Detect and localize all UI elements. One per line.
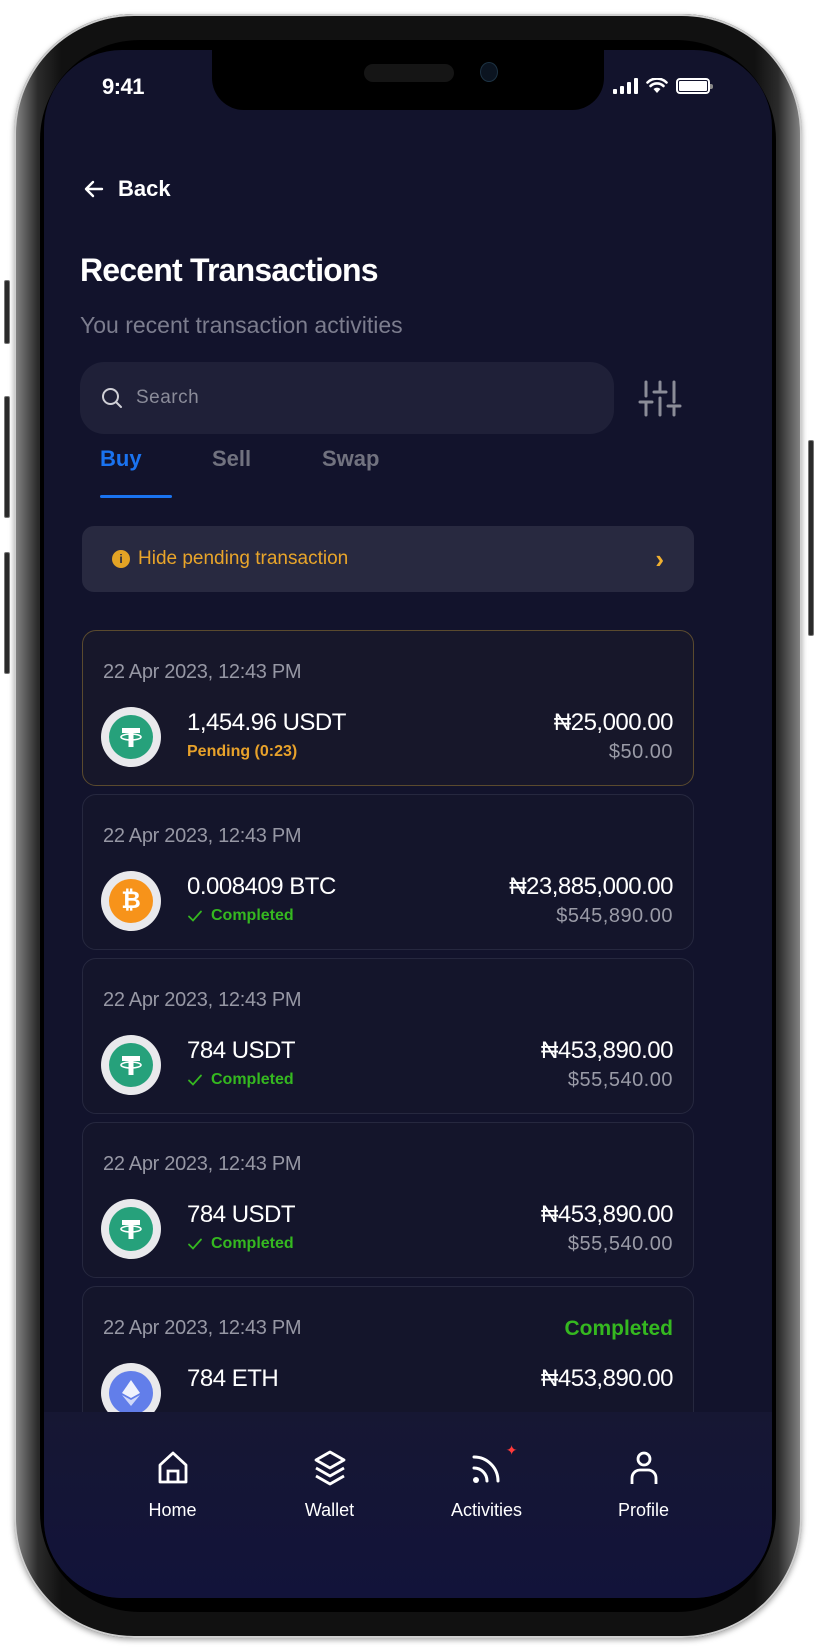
tab-buy[interactable]: Buy <box>80 446 192 498</box>
back-label: Back <box>118 176 171 201</box>
crypto-amount: 0.008409 BTC <box>187 873 336 900</box>
crypto-amount: 784 USDT <box>187 1201 296 1228</box>
bottom-navigation: Home Wallet ✦ Activities Profile <box>44 1412 772 1598</box>
page-subtitle: You recent transaction activities <box>80 312 403 338</box>
crypto-amount: 784 ETH <box>187 1365 279 1392</box>
usd-amount: $545,890.00 <box>556 905 673 927</box>
front-camera <box>480 62 498 82</box>
coin-avatar <box>101 707 161 767</box>
naira-amount: ₦23,885,000.00 <box>509 873 673 900</box>
chevron-right-icon: › <box>655 543 664 574</box>
nav-profile[interactable]: Profile <box>589 1448 699 1598</box>
naira-amount: ₦453,890.00 <box>541 1037 673 1064</box>
back-button[interactable]: Back <box>82 176 171 202</box>
arrow-left-icon <box>84 180 104 198</box>
nav-wallet[interactable]: Wallet <box>275 1448 385 1598</box>
transaction-date: 22 Apr 2023, 12:43 PM <box>103 825 302 847</box>
nav-profile-label: Profile <box>617 1500 670 1520</box>
check-icon <box>188 1074 202 1086</box>
transaction-status: Completed <box>187 907 294 925</box>
filter-sliders-icon[interactable] <box>638 378 682 418</box>
transaction-list: 22 Apr 2023, 12:43 PM 1,454.96 USDT Pend… <box>82 630 694 1450</box>
status-label: Completed <box>211 1235 294 1252</box>
transaction-date: 22 Apr 2023, 12:43 PM <box>103 1153 302 1175</box>
tab-swap[interactable]: Swap <box>302 446 399 490</box>
hide-pending-toggle[interactable]: i Hide pending transaction › <box>82 526 694 592</box>
transaction-date: 22 Apr 2023, 12:43 PM <box>103 989 302 1011</box>
transaction-card[interactable]: 22 Apr 2023, 12:43 PM 1,454.96 USDT Pend… <box>82 630 694 786</box>
battery-icon <box>676 78 713 94</box>
wifi-icon <box>646 78 668 93</box>
search-input[interactable] <box>136 387 536 409</box>
volume-up-button <box>4 396 10 518</box>
naira-amount: ₦453,890.00 <box>541 1201 673 1228</box>
hide-pending-label: Hide pending transaction <box>138 548 349 569</box>
info-icon: i <box>112 550 130 568</box>
search-bar[interactable] <box>80 362 614 434</box>
transaction-card[interactable]: 22 Apr 2023, 12:43 PM 784 USDT Completed… <box>82 1122 694 1278</box>
coin-avatar: ₿ <box>101 871 161 931</box>
speaker <box>364 64 454 82</box>
page-title: Recent Transactions <box>80 252 379 288</box>
nav-activities-label: Activities <box>450 1500 522 1520</box>
coin-avatar <box>101 1199 161 1259</box>
nav-wallet-label: Wallet <box>304 1500 355 1520</box>
transaction-status: Completed <box>564 1317 673 1340</box>
naira-amount: ₦453,890.00 <box>541 1365 673 1392</box>
notch <box>212 50 604 110</box>
status-label: Completed <box>211 907 294 924</box>
transaction-date: 22 Apr 2023, 12:43 PM <box>103 1317 302 1339</box>
bitcoin-icon: ₿ <box>109 879 153 923</box>
status-label: Completed <box>211 1071 294 1088</box>
layers-icon <box>314 1450 345 1486</box>
crypto-amount: 1,454.96 USDT <box>187 709 346 736</box>
nav-activities[interactable]: ✦ Activities <box>432 1442 542 1598</box>
usd-amount: $55,540.00 <box>567 1069 673 1091</box>
tether-icon <box>109 1207 153 1251</box>
user-icon <box>630 1451 657 1484</box>
tab-sell[interactable]: Sell <box>192 446 302 490</box>
cellular-signal-icon <box>613 78 638 94</box>
transaction-date: 22 Apr 2023, 12:43 PM <box>103 661 302 683</box>
transaction-type-tabs: Buy Sell Swap <box>80 446 399 498</box>
crypto-amount: 784 USDT <box>187 1037 296 1064</box>
check-icon <box>188 910 202 922</box>
ethereum-icon <box>109 1371 153 1415</box>
mute-switch <box>4 280 10 344</box>
coin-avatar <box>101 1035 161 1095</box>
search-icon <box>102 388 122 408</box>
volume-down-button <box>4 552 10 674</box>
nav-home-label: Home <box>148 1500 197 1520</box>
app-screen: 9:41 Back Recent Transactions You recent… <box>44 50 772 1598</box>
transaction-card[interactable]: 22 Apr 2023, 12:43 PM ₿ 0.008409 BTC Com… <box>82 794 694 950</box>
nav-home[interactable]: Home <box>118 1448 228 1598</box>
transaction-status: Completed <box>187 1071 294 1089</box>
usd-amount: $55,540.00 <box>567 1233 673 1255</box>
home-icon <box>158 1451 187 1484</box>
transaction-status: Pending (0:23) <box>187 743 297 761</box>
status-label: Pending (0:23) <box>187 743 298 760</box>
usd-amount: $50.00 <box>608 741 673 763</box>
transaction-card[interactable]: 22 Apr 2023, 12:43 PM 784 USDT Completed… <box>82 958 694 1114</box>
transaction-status: Completed <box>187 1235 294 1253</box>
status-time: 9:41 <box>102 74 145 99</box>
naira-amount: ₦25,000.00 <box>553 709 674 736</box>
tether-icon <box>109 1043 153 1087</box>
check-icon <box>188 1238 202 1250</box>
activity-feed-icon <box>472 1455 499 1483</box>
status-icons <box>613 78 713 94</box>
notification-badge-icon: ✦ <box>505 1442 518 1458</box>
power-button <box>808 440 814 636</box>
tether-icon <box>109 715 153 759</box>
